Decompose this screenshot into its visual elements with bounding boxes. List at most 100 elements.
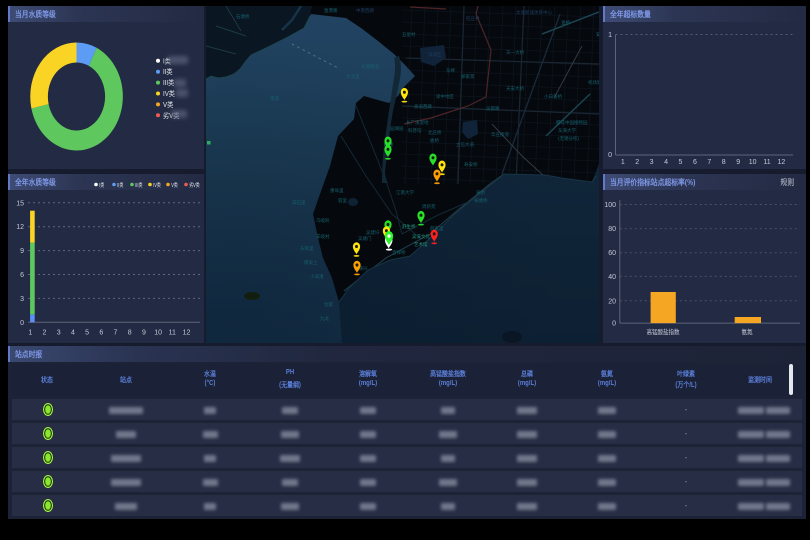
svg-text:南泉上: 南泉上 [304,259,318,265]
svg-text:I类: I类 [99,181,104,189]
svg-text:6: 6 [20,272,24,279]
svg-text:园湖居: 园湖居 [390,125,404,132]
svg-text:周新苑: 周新苑 [422,203,436,210]
svg-text:III类: III类 [135,181,142,189]
svg-text:1: 1 [28,330,32,337]
svg-text:樱花中国植物园: 樱花中国植物园 [556,119,588,126]
svg-text:东绛: 东绛 [446,67,455,74]
svg-text:北庄桥: 北庄桥 [428,129,442,136]
svg-text:寿安桥: 寿安桥 [464,161,478,168]
svg-text:舒生桥: 舒生桥 [402,223,416,230]
svg-text:6: 6 [99,330,103,337]
svg-text:九龙: 九龙 [320,315,329,322]
svg-text:11: 11 [763,159,770,166]
svg-text:科普馆: 科普馆 [408,127,422,134]
svg-text:天一大桥: 天一大桥 [506,49,524,56]
svg-text:吴都路: 吴都路 [486,105,500,112]
svg-text:劣V类: 劣V类 [189,181,200,189]
svg-text:长广溪湿地: 长广溪湿地 [406,119,429,126]
svg-text:IV类: IV类 [153,181,161,189]
svg-text:4: 4 [71,330,75,337]
svg-text:吴溪文化: 吴溪文化 [412,233,430,240]
svg-text:太湖新城体育中心: 太湖新城体育中心 [516,9,552,16]
svg-text:8: 8 [128,330,132,337]
svg-text:小溪渚: 小溪渚 [310,273,324,280]
svg-text:IV类: IV类 [163,89,175,99]
svg-text:9: 9 [736,159,740,166]
svg-text:11: 11 [169,330,176,337]
svg-text:氨氮: 氨氮 [741,328,752,337]
svg-text:东海大学: 东海大学 [558,127,576,134]
svg-text:天安大桥: 天安大桥 [506,85,524,92]
svg-text:80: 80 [608,226,616,233]
svg-text:泉桥: 泉桥 [476,189,485,196]
svg-text:20: 20 [608,298,616,305]
svg-text:3: 3 [650,159,654,166]
svg-text:1: 1 [608,32,612,39]
svg-text:滨湖区: 滨湖区 [428,51,442,58]
svg-text:旺庄村: 旺庄村 [466,15,480,22]
svg-text:重垛里: 重垛里 [330,187,344,194]
svg-text:江南大学: 江南大学 [396,189,414,196]
svg-text:V类: V类 [171,181,178,189]
svg-text:板桥: 板桥 [430,137,439,144]
svg-text:II类: II类 [163,67,173,77]
svg-text:乌岐岭: 乌岐岭 [316,217,330,224]
svg-text:吴塘门: 吴塘门 [358,235,372,242]
svg-text:12: 12 [183,330,191,337]
svg-text:五星村: 五星村 [402,31,416,37]
svg-text:12: 12 [16,224,24,231]
svg-text:吴建圩: 吴建圩 [366,229,380,236]
svg-text:小白荡桥: 小白荡桥 [544,93,562,100]
svg-text:15: 15 [16,200,24,207]
svg-text:4: 4 [664,159,668,166]
svg-text:立信大道: 立信大道 [456,141,474,148]
svg-text:高浪西路: 高浪西路 [414,103,432,110]
svg-text:祝塘桥: 祝塘桥 [474,197,488,204]
svg-text:2: 2 [43,330,47,337]
svg-text:9: 9 [20,248,24,255]
svg-text:II类: II类 [117,181,123,189]
svg-text:机场路: 机场路 [588,79,599,86]
svg-text:100: 100 [604,202,616,209]
svg-text:艺术馆: 艺术馆 [414,241,428,248]
svg-text:安镇: 安镇 [596,31,599,38]
svg-text:3: 3 [20,296,24,303]
svg-text:12: 12 [778,159,786,166]
svg-text:3: 3 [57,330,61,337]
svg-text:华庄街道: 华庄街道 [491,131,509,138]
svg-text:大浮里: 大浮里 [346,73,360,80]
svg-text:东蒋里: 东蒋里 [300,245,314,252]
svg-text:白石里: 白石里 [292,199,306,206]
svg-text:石塘桥: 石塘桥 [236,13,250,20]
svg-text:雪浪: 雪浪 [270,95,279,102]
svg-text:7: 7 [707,159,711,166]
svg-text:8: 8 [722,159,726,166]
svg-text:容里: 容里 [338,197,347,204]
svg-text:梁中地区: 梁中地区 [436,93,454,100]
svg-text:5: 5 [679,159,683,166]
svg-text:III类: III类 [163,78,175,88]
svg-text:查桥: 查桥 [561,19,570,26]
svg-text:10: 10 [154,330,162,337]
svg-text:9: 9 [142,330,146,337]
svg-text:40: 40 [608,274,616,281]
svg-text:6: 6 [693,159,697,166]
svg-text:太湖隧道: 太湖隧道 [361,63,379,70]
svg-text:吉祥桥: 吉祥桥 [392,249,406,256]
svg-text:羊岐村: 羊岐村 [316,233,330,240]
svg-text:渔港路: 渔港路 [324,7,338,14]
svg-text:10: 10 [749,159,757,166]
svg-text:高锰酸盐指数: 高锰酸盐指数 [646,328,679,337]
svg-text:1: 1 [621,159,625,166]
svg-text:0: 0 [20,320,24,327]
svg-text:V类: V类 [163,99,174,109]
svg-text:中南西路: 中南西路 [356,7,374,14]
svg-text:沈家: 沈家 [324,301,333,308]
svg-text:7: 7 [114,330,118,337]
svg-text:0: 0 [612,321,616,328]
svg-text:郑家景: 郑家景 [461,73,475,80]
svg-text:2: 2 [635,159,639,166]
svg-text:(无锡分校): (无锡分校) [558,135,579,142]
svg-text:5: 5 [85,330,89,337]
